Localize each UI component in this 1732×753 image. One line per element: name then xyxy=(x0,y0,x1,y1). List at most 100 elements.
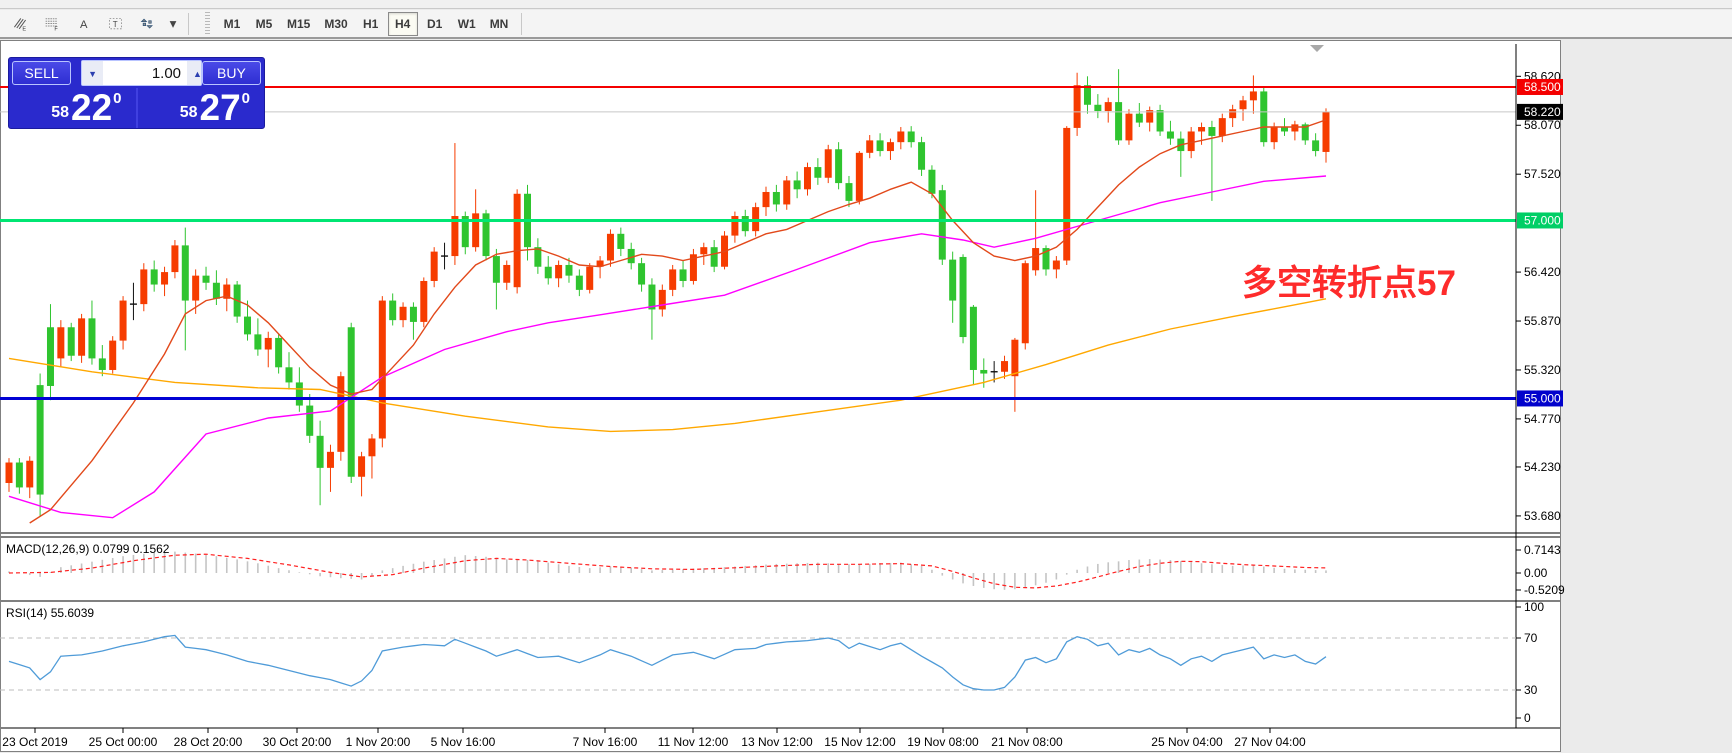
sell-button[interactable]: SELL xyxy=(12,61,71,85)
candle-body xyxy=(358,456,365,476)
candle-body xyxy=(6,463,13,483)
buy-button[interactable]: BUY xyxy=(202,61,261,85)
volume-increase-button[interactable]: ▲ xyxy=(187,60,202,86)
candle-body xyxy=(1271,127,1278,142)
candle-body xyxy=(887,142,894,151)
candle-body xyxy=(700,247,707,254)
candle-body xyxy=(1136,114,1143,123)
candle-body xyxy=(78,318,85,355)
candle-body xyxy=(565,265,572,276)
candle-body xyxy=(1032,248,1039,270)
ma-slow-line xyxy=(9,299,1326,432)
candle-body xyxy=(265,338,272,350)
candle-body xyxy=(783,180,790,204)
candle-body xyxy=(1022,263,1029,343)
candle-body xyxy=(254,334,261,349)
candle-body xyxy=(1001,361,1008,372)
candle-body xyxy=(1094,105,1101,111)
candle-body xyxy=(1053,261,1060,270)
chart-text-annotation[interactable]: 多空转折点57 xyxy=(1242,266,1456,301)
candle-body xyxy=(908,131,915,142)
candle-body xyxy=(493,256,500,283)
candle-body xyxy=(1188,131,1195,151)
candle-body xyxy=(109,341,116,370)
candle-body xyxy=(1312,140,1319,151)
candle-body xyxy=(617,234,624,249)
macd-tick-label: 0.7143 xyxy=(1524,543,1561,557)
candle-body xyxy=(1322,112,1329,152)
candle-body xyxy=(171,245,178,272)
candle-body xyxy=(1115,102,1122,140)
candle-body xyxy=(1167,131,1174,138)
candle-body xyxy=(866,140,873,152)
candle-body xyxy=(213,283,220,299)
ma-fast-line xyxy=(30,120,1326,523)
price-tick-label: 53.680 xyxy=(1524,509,1561,523)
price-badge-label: 58.500 xyxy=(1524,80,1561,94)
buy-price[interactable]: 58 27 0 xyxy=(138,88,265,128)
candle-body xyxy=(317,436,324,468)
volume-spinner: ▼ ▲ xyxy=(81,60,202,86)
candle-body xyxy=(1229,109,1236,118)
candle-body xyxy=(140,269,147,304)
candle-body xyxy=(586,267,593,290)
candle-body xyxy=(57,327,64,358)
candle-body xyxy=(327,452,334,468)
volume-input[interactable] xyxy=(103,61,187,85)
candle-body xyxy=(1011,340,1018,376)
candle-body xyxy=(337,376,344,452)
time-tick-label: 5 Nov 16:00 xyxy=(431,735,496,749)
candle-body xyxy=(99,358,106,370)
time-tick-label: 21 Nov 08:00 xyxy=(991,735,1063,749)
price-tick-label: 55.870 xyxy=(1524,314,1561,328)
candle-body xyxy=(804,167,811,189)
candle-body xyxy=(1250,91,1257,100)
price-tick-label: 58.070 xyxy=(1524,118,1561,132)
candle-body xyxy=(825,149,832,177)
sell-price-pip: 0 xyxy=(113,90,121,107)
macd-tick-label: 0.00 xyxy=(1524,566,1548,580)
sell-price-points: 22 xyxy=(71,92,112,125)
candle-body xyxy=(949,260,956,301)
candle-body xyxy=(928,170,935,194)
candle-body xyxy=(1198,127,1205,131)
volume-decrease-button[interactable]: ▼ xyxy=(82,60,103,86)
candle-body xyxy=(472,213,479,247)
candle-body xyxy=(576,276,583,290)
rsi-tick-label: 100 xyxy=(1524,600,1544,614)
candle-body xyxy=(856,153,863,201)
price-tick-label: 55.320 xyxy=(1524,363,1561,377)
candle-body xyxy=(1105,102,1112,111)
candle-body xyxy=(16,463,23,488)
candle-body xyxy=(88,318,95,358)
candle-body xyxy=(897,131,904,142)
candle-body xyxy=(1125,114,1132,141)
time-tick-label: 11 Nov 12:00 xyxy=(658,735,729,749)
price-badge-label: 57.000 xyxy=(1524,213,1561,227)
candle-body xyxy=(835,149,842,183)
time-tick-label: 27 Nov 04:00 xyxy=(1234,735,1306,749)
rsi-line xyxy=(9,635,1326,690)
sell-price[interactable]: 58 22 0 xyxy=(9,88,138,128)
candle-body xyxy=(845,183,852,201)
candle-body xyxy=(814,167,821,178)
time-tick-label: 23 Oct 2019 xyxy=(2,735,68,749)
buy-price-points: 27 xyxy=(200,92,241,125)
candle-body xyxy=(638,263,645,284)
scroll-marker-icon[interactable] xyxy=(1310,45,1324,52)
candle-body xyxy=(47,327,54,386)
candle-body xyxy=(763,192,770,207)
candle-body xyxy=(275,338,282,367)
ma-mid-line xyxy=(9,176,1326,518)
candle-body xyxy=(503,265,510,283)
candle-body xyxy=(877,140,884,151)
candle-body xyxy=(431,252,438,281)
price-tick-label: 54.770 xyxy=(1524,412,1561,426)
time-tick-label: 15 Nov 12:00 xyxy=(824,735,896,749)
candle-body xyxy=(794,180,801,189)
rsi-tick-label: 30 xyxy=(1524,683,1538,697)
buy-price-pip: 0 xyxy=(242,90,250,107)
rsi-tick-label: 70 xyxy=(1524,631,1538,645)
time-tick-label: 19 Nov 08:00 xyxy=(907,735,979,749)
candle-body xyxy=(37,385,44,494)
